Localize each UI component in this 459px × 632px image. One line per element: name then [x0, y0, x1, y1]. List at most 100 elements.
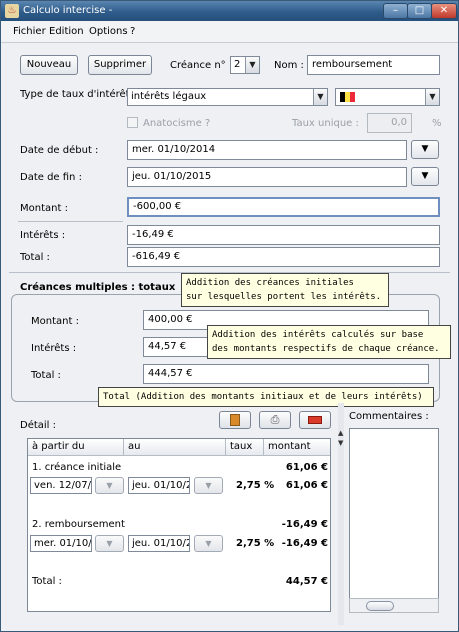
detail-table: à partir du au taux montant 1. créance i… [27, 438, 331, 612]
country-select[interactable]: ▼ [335, 88, 440, 106]
creance-select[interactable]: 2 ▼ [230, 56, 260, 74]
app-icon: ♨ [5, 4, 19, 18]
col-header-rate[interactable]: taux [226, 439, 264, 456]
montant-label: Montant : [20, 203, 68, 214]
chevron-down-icon: ▼ [106, 539, 113, 548]
tooltip-interets-line1: Addition des intérêts calculés sur base [212, 330, 424, 340]
taux-unique-input[interactable]: 0,0 [367, 113, 412, 133]
chevron-down-icon: ▼ [205, 481, 212, 490]
arrow-up-icon: ▲ [338, 429, 344, 437]
row-to-input[interactable]: jeu. 01/10/20 [128, 477, 190, 494]
comments-label: Commentaires : [349, 411, 429, 422]
chevron-down-icon: ▼ [313, 89, 327, 105]
taux-label: Type de taux d'intérêts : [20, 89, 142, 100]
date-fin-label: Date de fin : [20, 172, 82, 183]
multiples-total-value: 444,57 € [143, 364, 429, 384]
group-amount: 61,06 € [285, 462, 328, 473]
menu-bar: Fichier Edition Options ? [1, 21, 458, 43]
creance-label: Créance n° : [170, 60, 233, 71]
nom-input[interactable]: remboursement [307, 55, 440, 75]
col-header-amount[interactable]: montant [264, 439, 330, 456]
chevron-down-icon: ▼ [245, 57, 259, 73]
col-header-from[interactable]: à partir du [28, 439, 124, 456]
col-header-to[interactable]: au [124, 439, 226, 456]
clipboard-icon [230, 414, 240, 426]
date-fin-input[interactable]: jeu. 01/10/2015 [127, 167, 407, 187]
row-from-picker[interactable]: ▼ [95, 535, 124, 552]
menu-options[interactable]: Options [89, 26, 128, 37]
anatocisme-checkbox[interactable] [127, 117, 138, 128]
tooltip-montant-line2: sur lesquelles portent les intérêts. [186, 292, 382, 302]
row-from-input[interactable]: ven. 12/07/20 [30, 477, 92, 494]
minimize-button[interactable]: – [383, 3, 408, 19]
row-from-picker[interactable]: ▼ [95, 477, 124, 494]
split-pane-divider[interactable]: ▲ ▼ [338, 403, 344, 625]
chevron-down-icon: ▼ [106, 481, 113, 490]
tooltip-total: Total (Addition des montants initiaux et… [98, 387, 434, 407]
group-name: 2. remboursement [32, 519, 125, 530]
window-title: Calculo intercise - [23, 5, 113, 16]
tooltip-interets: Addition des intérêts calculés sur base … [207, 325, 451, 359]
total-label: Total : [20, 252, 50, 263]
paste-button[interactable] [219, 411, 251, 429]
menu-fichier[interactable]: Fichier [13, 26, 46, 37]
interets-label: Intérêts : [20, 230, 66, 241]
multiples-montant-label: Montant : [31, 316, 79, 327]
maximize-button[interactable]: □ [407, 3, 432, 19]
chevron-down-icon: ▼ [205, 539, 212, 548]
separator [18, 221, 123, 222]
interets-value: -16,49 € [127, 225, 440, 245]
taux-value: intérêts légaux [131, 91, 207, 102]
date-debut-label: Date de début : [20, 145, 99, 156]
nouveau-button[interactable]: Nouveau [20, 55, 78, 75]
menu-edition[interactable]: Edition [49, 26, 84, 37]
row-rate: 2,75 % [236, 480, 275, 491]
taux-unique-label: Taux unique : [292, 118, 359, 129]
app-window: ♨ Calculo intercise - – □ ✕ Fichier Edit… [0, 0, 459, 632]
row-amount: 61,06 € [285, 480, 328, 491]
group-amount: -16,49 € [281, 519, 328, 530]
row-to-picker[interactable]: ▼ [194, 535, 223, 552]
tooltip-montant-line1: Addition des créances initiales [186, 278, 354, 288]
pdf-button[interactable] [299, 411, 331, 429]
detail-total-value: 44,57 € [285, 576, 328, 587]
row-to-picker[interactable]: ▼ [194, 477, 223, 494]
chevron-down-icon: ▼ [421, 144, 429, 154]
printer-icon: ⎙ [270, 413, 280, 426]
chevron-down-icon: ▼ [421, 171, 429, 181]
anatocisme-label: Anatocisme ? [143, 118, 211, 129]
total-value: -616,49 € [127, 247, 440, 267]
tooltip-total-text: Total (Addition des montants initiaux et… [103, 392, 423, 402]
creance-value: 2 [234, 59, 241, 70]
pdf-icon [308, 416, 322, 424]
montant-input[interactable]: -600,00 € [127, 197, 440, 217]
date-fin-picker-button[interactable]: ▼ [411, 167, 439, 186]
title-bar[interactable]: ♨ Calculo intercise - – □ ✕ [1, 1, 458, 21]
scrollbar-thumb[interactable] [366, 601, 394, 611]
percent-label: % [432, 118, 442, 129]
menu-help[interactable]: ? [130, 26, 135, 37]
close-button[interactable]: ✕ [431, 3, 457, 19]
arrow-down-icon: ▼ [338, 439, 344, 447]
supprimer-button[interactable]: Supprimer [88, 55, 152, 75]
row-amount: -16,49 € [281, 538, 328, 549]
taux-select[interactable]: intérêts légaux ▼ [127, 88, 328, 106]
row-rate: 2,75 % [236, 538, 275, 549]
print-button[interactable]: ⎙ [259, 411, 291, 429]
chevron-down-icon: ▼ [425, 89, 439, 105]
comments-scrollbar[interactable] [349, 598, 439, 613]
multiples-title: Créances multiples : totaux [20, 282, 176, 293]
multiples-total-label: Total : [31, 370, 61, 381]
group-name: 1. créance initiale [32, 462, 122, 473]
detail-total-label: Total : [32, 576, 62, 587]
date-debut-input[interactable]: mer. 01/10/2014 [127, 140, 407, 160]
multiples-interets-label: Intérêts : [31, 343, 77, 354]
comments-textarea[interactable] [349, 428, 439, 613]
tooltip-montant: Addition des créances initiales sur lesq… [181, 273, 389, 307]
date-debut-picker-button[interactable]: ▼ [411, 140, 439, 159]
nom-label: Nom : [274, 60, 304, 71]
detail-label: Détail : [20, 420, 57, 431]
tooltip-interets-line2: des montants respectifs de chaque créanc… [212, 344, 440, 354]
row-to-input[interactable]: jeu. 01/10/20 [128, 535, 190, 552]
row-from-input[interactable]: mer. 01/10/2( [30, 535, 92, 552]
